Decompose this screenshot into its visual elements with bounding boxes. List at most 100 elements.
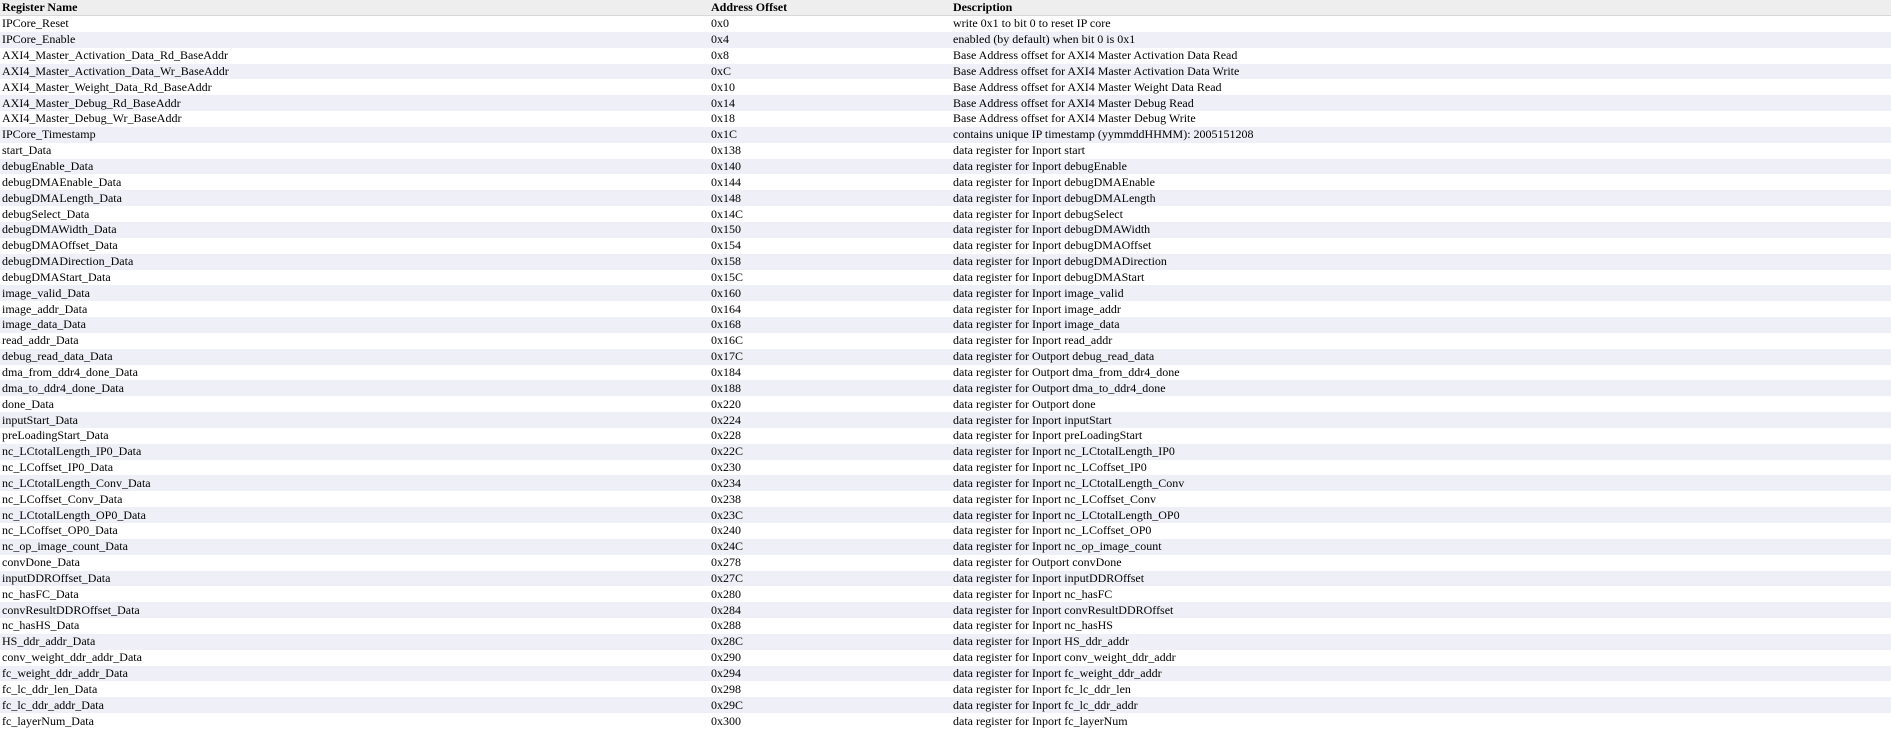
address-offset-cell: 0x164	[709, 301, 951, 318]
description-cell: Base Address offset for AXI4 Master Debu…	[951, 111, 1891, 127]
description-cell: data register for Inport nc_op_image_cou…	[951, 538, 1891, 555]
register-name-cell: image_addr_Data	[0, 301, 709, 318]
description-cell: data register for Outport convDone	[951, 554, 1891, 571]
address-offset-cell: 0x220	[709, 396, 951, 413]
register-name-cell: fc_lc_ddr_len_Data	[0, 681, 709, 698]
description-cell: data register for Inport debugSelect	[951, 206, 1891, 222]
description-cell: data register for Inport HS_ddr_addr	[951, 633, 1891, 650]
register-name-cell: conv_weight_ddr_addr_Data	[0, 649, 709, 666]
table-row: nc_LCoffset_Conv_Data 0x238 data register …	[0, 491, 1891, 508]
table-row: image_addr_Data 0x164 data register for In…	[0, 301, 1891, 318]
address-offset-cell: 0x298	[709, 681, 951, 698]
register-name-cell: HS_ddr_addr_Data	[0, 633, 709, 650]
description-cell: Base Address offset for AXI4 Master Acti…	[951, 63, 1891, 80]
table-row: debugSelect_Data 0x14C data register for I…	[0, 206, 1891, 222]
register-name-cell: nc_hasHS_Data	[0, 618, 709, 634]
register-name-cell: AXI4_Master_Activation_Data_Wr_BaseAddr	[0, 63, 709, 80]
register-name-cell: AXI4_Master_Weight_Data_Rd_BaseAddr	[0, 79, 709, 96]
register-name-cell: AXI4_Master_Debug_Wr_BaseAddr	[0, 111, 709, 127]
table-row: IPCore_Timestamp 0x1C contains unique IP t…	[0, 126, 1891, 143]
description-cell: write 0x1 to bit 0 to reset IP core	[951, 15, 1891, 32]
address-offset-cell: 0x150	[709, 221, 951, 238]
register-name-cell: IPCore_Enable	[0, 31, 709, 48]
address-offset-cell: 0x23C	[709, 507, 951, 523]
register-name-cell: read_addr_Data	[0, 332, 709, 349]
address-offset-cell: 0x14C	[709, 206, 951, 222]
register-name-cell: nc_LCoffset_Conv_Data	[0, 491, 709, 508]
table-row: nc_LCtotalLength_Conv_Data 0x234 data regi…	[0, 475, 1891, 492]
register-name-cell: nc_hasFC_Data	[0, 586, 709, 603]
description-cell: data register for Inport start	[951, 142, 1891, 159]
address-offset-cell: 0x148	[709, 190, 951, 207]
register-name-cell: debugDMAEnable_Data	[0, 174, 709, 191]
column-header-register-name: Register Name	[0, 0, 709, 16]
address-offset-cell: 0x280	[709, 586, 951, 603]
description-cell: data register for Inport image_valid	[951, 285, 1891, 302]
table-row: debugDMALength_Data 0x148 data register fo…	[0, 190, 1891, 207]
register-name-cell: image_valid_Data	[0, 285, 709, 302]
description-cell: data register for Inport nc_LCtotalLengt…	[951, 507, 1891, 523]
table-row: nc_LCtotalLength_OP0_Data 0x23C data regis…	[0, 507, 1891, 523]
table-row: debugDMAWidth_Data 0x150 data register for…	[0, 221, 1891, 238]
register-name-cell: debugSelect_Data	[0, 206, 709, 222]
register-name-cell: debugDMAOffset_Data	[0, 237, 709, 254]
description-cell: data register for Inport preLoadingStart	[951, 427, 1891, 444]
register-name-cell: IPCore_Timestamp	[0, 126, 709, 143]
table-row: conv_weight_ddr_addr_Data 0x290 data regis…	[0, 649, 1891, 666]
address-offset-cell: 0x160	[709, 285, 951, 302]
description-cell: data register for Inport debugEnable	[951, 158, 1891, 175]
description-cell: Base Address offset for AXI4 Master Acti…	[951, 47, 1891, 64]
description-cell: data register for Inport nc_hasHS	[951, 618, 1891, 634]
table-row: nc_op_image_count_Data 0x24C data register…	[0, 538, 1891, 555]
address-offset-cell: 0x230	[709, 459, 951, 476]
description-cell: data register for Inport fc_layerNum	[951, 713, 1891, 729]
register-name-cell: debug_read_data_Data	[0, 348, 709, 365]
address-offset-cell: 0x154	[709, 237, 951, 254]
address-offset-cell: 0x15C	[709, 269, 951, 286]
table-row: fc_lc_ddr_addr_Data 0x29C data register fo…	[0, 697, 1891, 714]
table-row: IPCore_Enable 0x4 enabled (by default) whe…	[0, 31, 1891, 48]
register-name-cell: fc_layerNum_Data	[0, 713, 709, 729]
address-offset-cell: 0xC	[709, 63, 951, 80]
register-name-cell: AXI4_Master_Activation_Data_Rd_BaseAddr	[0, 47, 709, 64]
description-cell: data register for Inport image_addr	[951, 301, 1891, 318]
table-row: nc_LCoffset_IP0_Data 0x230 data register f…	[0, 459, 1891, 476]
address-offset-cell: 0x290	[709, 649, 951, 666]
table-row: inputStart_Data 0x224 data register for In…	[0, 412, 1891, 428]
address-offset-cell: 0x144	[709, 174, 951, 191]
table-row: IPCore_Reset 0x0 write 0x1 to bit 0 to res…	[0, 15, 1891, 32]
address-offset-cell: 0x1C	[709, 126, 951, 143]
table-row: debugDMAEnable_Data 0x144 data register fo…	[0, 174, 1891, 191]
table-row: AXI4_Master_Debug_Rd_BaseAddr 0x14 Base Ad…	[0, 95, 1891, 112]
address-offset-cell: 0x278	[709, 554, 951, 571]
address-offset-cell: 0x184	[709, 364, 951, 381]
table-body: IPCore_Reset 0x0 write 0x1 to bit 0 to res…	[0, 15, 1891, 729]
address-offset-cell: 0x238	[709, 491, 951, 508]
table-row: done_Data 0x220 data register for Outport …	[0, 396, 1891, 413]
register-name-cell: nc_LCtotalLength_Conv_Data	[0, 475, 709, 492]
address-offset-cell: 0x10	[709, 79, 951, 96]
description-cell: data register for Inport convResultDDROf…	[951, 602, 1891, 619]
table-row: AXI4_Master_Activation_Data_Rd_BaseAddr 0…	[0, 47, 1891, 64]
description-cell: data register for Inport nc_LCtotalLengt…	[951, 475, 1891, 492]
column-header-address-offset: Address Offset	[709, 0, 951, 16]
description-cell: data register for Inport debugDMAOffset	[951, 237, 1891, 254]
register-table: Register Name Address Offset Description…	[0, 0, 1891, 729]
address-offset-cell: 0x16C	[709, 332, 951, 349]
description-cell: data register for Outport dma_to_ddr4_do…	[951, 380, 1891, 397]
description-cell: contains unique IP timestamp (yymmddHHMM…	[951, 126, 1891, 143]
description-cell: data register for Inport nc_LCtotalLengt…	[951, 443, 1891, 460]
address-offset-cell: 0x294	[709, 665, 951, 682]
table-row: nc_hasHS_Data 0x288 data register for Inpo…	[0, 618, 1891, 634]
description-cell: Base Address offset for AXI4 Master Debu…	[951, 95, 1891, 112]
address-offset-cell: 0x224	[709, 412, 951, 428]
register-name-cell: inputStart_Data	[0, 412, 709, 428]
table-row: AXI4_Master_Debug_Wr_BaseAddr 0x18 Base Ad…	[0, 111, 1891, 127]
description-cell: data register for Inport fc_lc_ddr_addr	[951, 697, 1891, 714]
table-row: read_addr_Data 0x16C data register for Inp…	[0, 332, 1891, 349]
description-cell: data register for Inport debugDMAWidth	[951, 221, 1891, 238]
table-row: AXI4_Master_Weight_Data_Rd_BaseAddr 0x10 B…	[0, 79, 1891, 96]
table-row: inputDDROffset_Data 0x27C data register fo…	[0, 570, 1891, 587]
register-name-cell: debugDMAStart_Data	[0, 269, 709, 286]
register-name-cell: preLoadingStart_Data	[0, 427, 709, 444]
